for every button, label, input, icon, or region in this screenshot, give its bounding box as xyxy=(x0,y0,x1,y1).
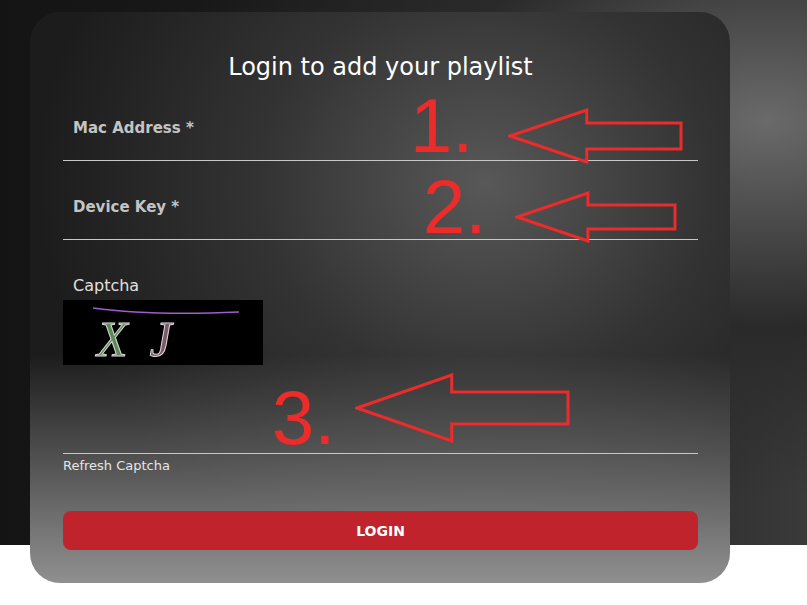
captcha-char: J xyxy=(150,313,172,365)
text-input[interactable] xyxy=(63,215,698,239)
page: Login to add your playlistMac Address *1… xyxy=(0,0,807,605)
field-label: Device Key * xyxy=(63,199,698,215)
captcha-label: Captcha xyxy=(63,278,698,294)
text-input[interactable] xyxy=(63,136,698,160)
arrow-icon xyxy=(355,373,570,443)
card-title: Login to add your playlist xyxy=(63,52,698,82)
login-card: Login to add your playlistMac Address *1… xyxy=(30,12,730,583)
captcha-image: XJ xyxy=(63,300,263,365)
captcha-input[interactable] xyxy=(63,365,698,453)
refresh-captcha-link[interactable]: Refresh Captcha xyxy=(63,458,170,474)
form-field: Device Key *2. xyxy=(63,161,698,240)
captcha-field: CaptchaXJ3. xyxy=(63,240,698,454)
login-button[interactable]: LOGIN xyxy=(63,511,698,550)
form-field: Mac Address *1. xyxy=(63,82,698,161)
arrow-icon xyxy=(508,108,683,164)
annotation-number: 2. xyxy=(423,167,486,247)
annotation-number: 3. xyxy=(272,378,335,458)
annotation-number: 1. xyxy=(410,86,473,166)
captcha-char: X xyxy=(97,313,128,365)
arrow-icon xyxy=(515,191,677,243)
field-label: Mac Address * xyxy=(63,120,698,136)
noise-line-icon xyxy=(91,304,241,316)
